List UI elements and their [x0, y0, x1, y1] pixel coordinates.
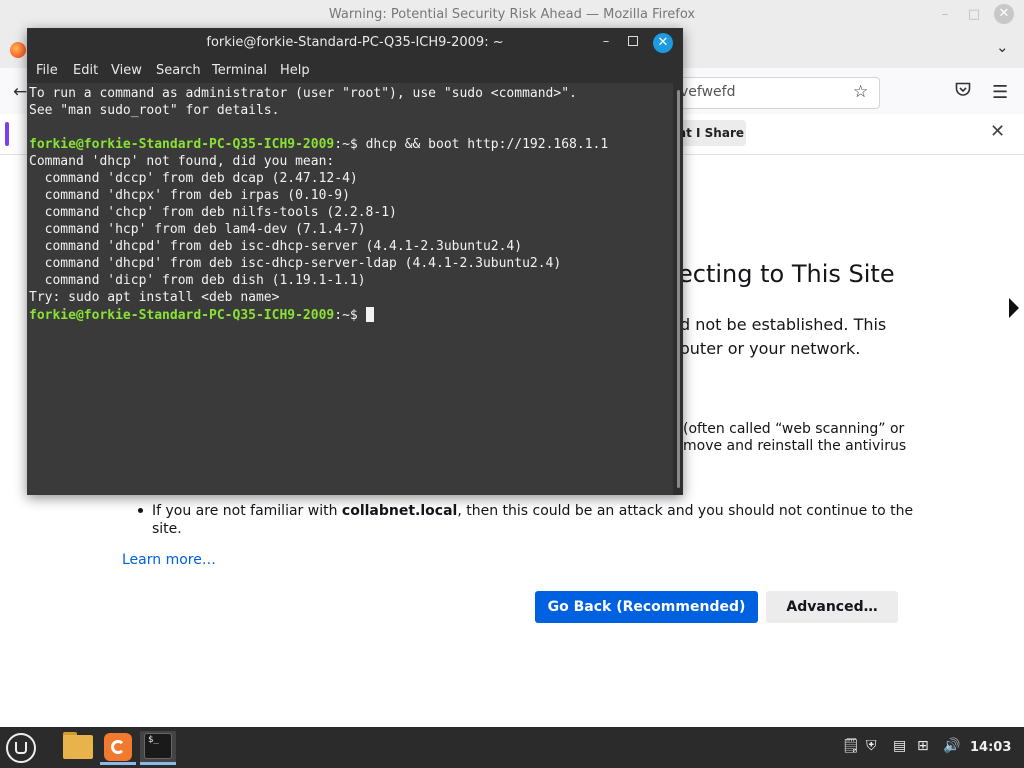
firefox-close-button[interactable]: ✕ — [994, 4, 1014, 24]
learn-more-link[interactable]: Learn more… — [122, 552, 216, 568]
terminal-prompt: forkie@forkie-Standard-PC-Q35-ICH9-2009 — [29, 137, 335, 152]
terminal-window-title: forkie@forkie-Standard-PC-Q35-ICH9-2009:… — [206, 35, 504, 50]
minimize-icon[interactable]: – — [936, 6, 954, 24]
maximize-icon[interactable]: □ — [965, 6, 983, 24]
terminal-command-line: forkie@forkie-Standard-PC-Q35-ICH9-2009:… — [29, 137, 608, 152]
terminal-line: Try: sudo apt install <deb name> — [29, 290, 280, 305]
terminal-prompt: forkie@forkie-Standard-PC-Q35-ICH9-2009 — [29, 308, 335, 323]
error-description-line2: outer or your network. — [680, 339, 861, 358]
firefox-window-title: Warning: Potential Security Risk Ahead —… — [328, 7, 696, 22]
menu-file[interactable]: File — [36, 63, 58, 78]
terminal-line: command 'hcp' from deb lam4-dev (7.1.4-7… — [29, 222, 366, 237]
terminal-line: Command 'dhcp' not found, did you mean: — [29, 154, 335, 169]
firefox-logo-icon[interactable] — [10, 42, 26, 58]
menu-search[interactable]: Search — [156, 63, 201, 78]
mouse-pointer-icon — [1009, 298, 1019, 318]
bullet-suffix: , then this could be an attack and you s… — [457, 503, 914, 519]
minimize-icon[interactable]: – — [599, 34, 613, 50]
star-icon[interactable]: ☆ — [853, 82, 868, 102]
volume-icon[interactable]: 🔊 — [943, 738, 960, 754]
maximize-icon[interactable] — [628, 36, 638, 46]
bullet-icon — [138, 508, 143, 513]
terminal-command: dhcp && boot http://192.168.1.1 — [365, 137, 609, 152]
menu-terminal[interactable]: Terminal — [212, 63, 267, 78]
go-back-button[interactable]: Go Back (Recommended) — [535, 591, 758, 623]
share-button-label: at I Share — [678, 126, 744, 140]
terminal-line: command 'dhcpd' from deb isc-dhcp-server… — [29, 239, 523, 254]
antivirus-note-line2: move and reinstall the antivirus — [683, 438, 907, 454]
advanced-button[interactable]: Advanced… — [766, 591, 898, 623]
terminal-line: See "man sudo_root" for details. — [29, 103, 280, 118]
terminal-scrollbar[interactable] — [677, 90, 680, 488]
notification-close-icon[interactable]: ✕ — [990, 121, 1005, 142]
prompt-suffix: :~$ — [334, 308, 366, 323]
menu-edit[interactable]: Edit — [73, 63, 98, 78]
terminal-window[interactable]: forkie@forkie-Standard-PC-Q35-ICH9-2009:… — [27, 28, 683, 495]
url-text[interactable]: vefwefd — [680, 84, 735, 100]
terminal-active-indicator — [140, 762, 176, 765]
terminal-line: command 'dccp' from deb dcap (2.47.12-4) — [29, 171, 358, 186]
mint-logo-icon — [15, 742, 27, 754]
firefox-active-indicator — [100, 762, 136, 765]
firefox-icon — [111, 740, 125, 754]
terminal-line: command 'chcp' from deb nilfs-tools (2.2… — [29, 205, 397, 220]
hamburger-menu-icon[interactable]: ☰ — [992, 82, 1008, 103]
network-icon[interactable]: ⊞ — [917, 738, 929, 754]
clock[interactable]: 14:03 — [970, 740, 1011, 755]
antivirus-note-line1: (often called “web scanning” or — [683, 421, 905, 437]
terminal-line: command 'dhcpd' from deb isc-dhcp-server… — [29, 256, 562, 271]
terminal-output[interactable]: To run a command as administrator (user … — [27, 83, 673, 495]
error-heading: ecting to This Site — [678, 260, 895, 288]
close-icon[interactable]: ✕ — [653, 33, 673, 53]
terminal-line: command 'dhcpx' from deb irpas (0.10-9) — [29, 188, 350, 203]
list-all-tabs-icon[interactable]: ⌄ — [996, 38, 1009, 56]
terminal-line: To run a command as administrator (user … — [29, 86, 577, 101]
notification-icon[interactable]: 🗒 — [842, 738, 860, 754]
bullet-prefix: If you are not familiar with — [152, 503, 342, 519]
text-cursor — [365, 307, 374, 322]
bullet-host: collabnet.local — [341, 503, 458, 519]
shield-icon[interactable]: ⛨ — [866, 738, 877, 754]
bullet-text: If you are not familiar with collabnet.l… — [152, 503, 913, 519]
menu-view[interactable]: View — [111, 63, 142, 78]
terminal-line: command 'dicp' from deb dish (1.19.1-1.1… — [29, 273, 366, 288]
terminal-current-prompt: forkie@forkie-Standard-PC-Q35-ICH9-2009:… — [29, 307, 374, 323]
error-description-line1: d not be established. This — [680, 315, 887, 334]
clipboard-icon[interactable]: ▤ — [893, 738, 906, 754]
notification-accent — [5, 122, 9, 146]
terminal-icon: $_ — [144, 733, 172, 759]
prompt-suffix: :~$ — [334, 137, 366, 152]
back-arrow-icon[interactable]: ← — [13, 82, 27, 102]
pocket-icon[interactable] — [955, 82, 971, 97]
bullet-text-line2: site. — [152, 521, 182, 537]
menu-help[interactable]: Help — [280, 63, 310, 78]
folder-icon[interactable] — [63, 735, 93, 759]
